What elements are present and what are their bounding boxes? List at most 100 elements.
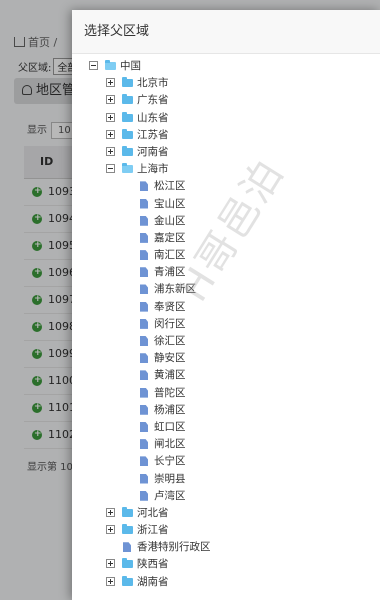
tree-node[interactable]: 静安区 [72,350,380,367]
expand-icon[interactable] [106,129,115,139]
tree-node-label[interactable]: 河北省 [137,505,169,522]
tree-node[interactable]: 广东省 [72,92,380,109]
tree-node-label[interactable]: 虹口区 [154,419,186,436]
tree-node[interactable]: 上海市 [72,161,380,178]
tree-node[interactable]: 湖南省 [72,574,380,591]
tree-node-label[interactable]: 陕西省 [137,556,169,573]
tree-node[interactable]: 卢湾区 [72,488,380,505]
tree-node-label[interactable]: 普陀区 [154,385,186,402]
folder-icon [122,111,133,122]
tree-node[interactable]: 江苏省 [72,127,380,144]
tree-node[interactable]: 宝山区 [72,196,380,213]
tree-node-label[interactable]: 江苏省 [137,127,169,144]
tree-node[interactable]: 浦东新区 [72,281,380,298]
tree-node-label[interactable]: 浙江省 [137,522,169,539]
tree-node-label[interactable]: 松江区 [154,178,186,195]
file-icon [140,215,148,226]
file-icon [123,542,131,553]
file-icon [140,421,148,432]
tree-node-label[interactable]: 湖南省 [137,574,169,591]
file-icon [140,198,148,209]
tree-node[interactable]: 普陀区 [72,385,380,402]
file-icon [140,250,148,261]
tree-node-label[interactable]: 上海市 [137,161,169,178]
folder-icon [122,94,133,105]
expand-icon[interactable] [106,507,115,517]
folder-open-icon [122,163,133,174]
expand-icon[interactable] [106,525,115,535]
tree-node[interactable]: 杨浦区 [72,402,380,419]
expand-icon[interactable] [106,146,115,156]
folder-open-icon [105,60,116,70]
file-icon [140,301,148,312]
tree-node-label[interactable]: 山东省 [137,110,169,127]
file-icon [140,318,148,329]
file-icon [140,473,148,484]
dialog-title: 选择父区域 [72,10,380,54]
tree-node[interactable]: 河南省 [72,144,380,161]
tree-node-label[interactable]: 徐汇区 [154,333,186,350]
expand-icon[interactable] [106,576,115,586]
tree-node-label[interactable]: 中国 [120,58,141,75]
tree-node[interactable]: 河北省 [72,505,380,522]
tree-node-label[interactable]: 黄浦区 [154,367,186,384]
tree-node[interactable]: 崇明县 [72,471,380,488]
collapse-icon[interactable] [89,61,98,70]
file-icon [140,336,148,346]
tree-node[interactable]: 金山区 [72,213,380,230]
tree-node-label[interactable]: 杨浦区 [154,402,186,419]
folder-icon [122,128,133,139]
tree-node[interactable]: 闸北区 [72,436,380,453]
select-parent-area-dialog: 选择父区域 中国 北京市 广东省 山东省 江苏省 河南省 上海市 松江区 宝山区 金山区 嘉定区 南汇… [72,10,380,600]
tree-node[interactable]: 长宁区 [72,453,380,470]
tree-node[interactable]: 徐汇区 [72,333,380,350]
tree-node[interactable]: 山东省 [72,110,380,127]
expand-icon[interactable] [106,95,115,105]
folder-icon [122,524,133,535]
file-icon [140,353,148,364]
tree-node[interactable]: 奉贤区 [72,299,380,316]
tree-node[interactable]: 香港特别行政区 [72,539,380,556]
tree-node[interactable]: 南汇区 [72,247,380,264]
tree-node[interactable]: 青浦区 [72,264,380,281]
expand-icon[interactable] [106,559,115,569]
tree-node-label[interactable]: 闵行区 [154,316,186,333]
tree-node-label[interactable]: 香港特别行政区 [137,539,211,556]
folder-icon [122,575,133,586]
expand-icon[interactable] [106,112,115,122]
tree-node-label[interactable]: 青浦区 [154,264,186,281]
tree-node[interactable]: 中国 [72,58,380,75]
tree-node[interactable]: 陕西省 [72,556,380,573]
file-icon [140,456,148,467]
folder-icon [122,506,133,517]
expand-icon[interactable] [106,78,115,88]
tree-node-label[interactable]: 长宁区 [154,453,186,470]
tree-node-label[interactable]: 嘉定区 [154,230,186,247]
file-icon [140,439,148,450]
tree-node-label[interactable]: 北京市 [137,75,169,92]
tree-node-label[interactable]: 静安区 [154,350,186,367]
file-icon [140,387,148,398]
tree-node-label[interactable]: 金山区 [154,213,186,230]
tree-node-label[interactable]: 崇明县 [154,471,186,488]
tree-node[interactable]: 北京市 [72,75,380,92]
tree-node[interactable]: 嘉定区 [72,230,380,247]
tree-node[interactable]: 闵行区 [72,316,380,333]
tree-node[interactable]: 黄浦区 [72,367,380,384]
tree-node[interactable]: 松江区 [72,178,380,195]
tree-node-label[interactable]: 河南省 [137,144,169,161]
tree-node-label[interactable]: 宝山区 [154,196,186,213]
tree-node-label[interactable]: 卢湾区 [154,488,186,505]
collapse-icon[interactable] [106,164,115,174]
tree-node-label[interactable]: 奉贤区 [154,299,186,316]
tree-node-label[interactable]: 浦东新区 [154,281,196,298]
area-tree: 中国 北京市 广东省 山东省 江苏省 河南省 上海市 松江区 宝山区 金山区 嘉定区 南汇区 青浦区 浦东… [72,58,380,591]
file-icon [140,404,148,415]
file-icon [140,370,148,381]
tree-node[interactable]: 虹口区 [72,419,380,436]
tree-node-label[interactable]: 广东省 [137,92,169,109]
tree-node-label[interactable]: 南汇区 [154,247,186,264]
file-icon [140,267,148,278]
tree-node-label[interactable]: 闸北区 [154,436,186,453]
tree-node[interactable]: 浙江省 [72,522,380,539]
